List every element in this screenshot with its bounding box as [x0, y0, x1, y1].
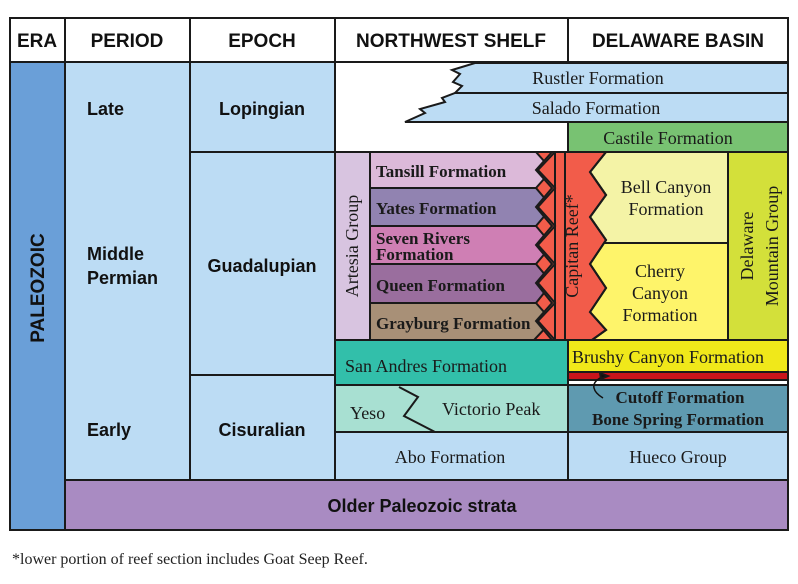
abo-label: Abo Formation — [395, 447, 506, 467]
bell-canyon-formation — [589, 151, 729, 244]
header-northwest-shelf: NORTHWEST SHELF — [356, 31, 546, 52]
cutoff-label: Cutoff Formation — [616, 388, 745, 407]
header-epoch: EPOCH — [228, 31, 296, 52]
bone-spring-label: Bone Spring Formation — [592, 410, 764, 429]
victorio-peak-label: Victorio Peak — [442, 399, 540, 419]
queen-label: Queen Formation — [376, 276, 505, 295]
older-label: Older Paleozoic strata — [327, 496, 517, 516]
seven-rivers-label-2: Formation — [376, 245, 454, 264]
cherry-canyon-label-1: Cherry — [635, 261, 685, 281]
footnote: *lower portion of reef section includes … — [12, 551, 368, 568]
bell-canyon-label-2: Formation — [629, 199, 704, 219]
era-label: PALEOZOIC — [28, 233, 49, 343]
period-middle-line1: Middle — [87, 244, 144, 264]
epoch-lopingian-label: Lopingian — [219, 99, 305, 119]
hueco-label: Hueco Group — [629, 447, 726, 467]
san-andres-label: San Andres Formation — [345, 356, 507, 376]
stratigraphic-chart: ERA PERIOD EPOCH NORTHWEST SHELF DELAWAR… — [9, 17, 789, 568]
cherry-canyon-label-3: Formation — [623, 305, 698, 325]
bell-canyon-label-1: Bell Canyon — [621, 177, 712, 197]
header-period: PERIOD — [91, 31, 164, 52]
brushy-canyon-label: Brushy Canyon Formation — [572, 347, 764, 367]
delaware-mountain-label-2: Mountain Group — [762, 186, 782, 307]
period-late: Late — [87, 99, 124, 119]
yeso-label: Yeso — [350, 403, 385, 423]
castile-label: Castile Formation — [603, 128, 733, 148]
rustler-label: Rustler Formation — [532, 68, 664, 88]
tansill-label: Tansill Formation — [376, 162, 507, 181]
capitan-reef-label: Capitan Reef* — [562, 194, 582, 297]
delaware-mountain-label-1: Delaware — [737, 212, 757, 281]
artesia-group-label: Artesia Group — [342, 195, 362, 297]
cherry-canyon-label-2: Canyon — [632, 283, 688, 303]
epoch-cisuralian-label: Cisuralian — [218, 420, 305, 440]
header-era: ERA — [17, 31, 57, 52]
grayburg-label: Grayburg Formation — [376, 314, 531, 333]
epoch-guadalupian-label: Guadalupian — [207, 256, 316, 276]
header-delaware-basin: DELAWARE BASIN — [592, 31, 764, 52]
yates-label: Yates Formation — [376, 199, 497, 218]
salado-label: Salado Formation — [532, 98, 661, 118]
period-early: Early — [87, 420, 131, 440]
period-middle-line2: Permian — [87, 268, 158, 288]
